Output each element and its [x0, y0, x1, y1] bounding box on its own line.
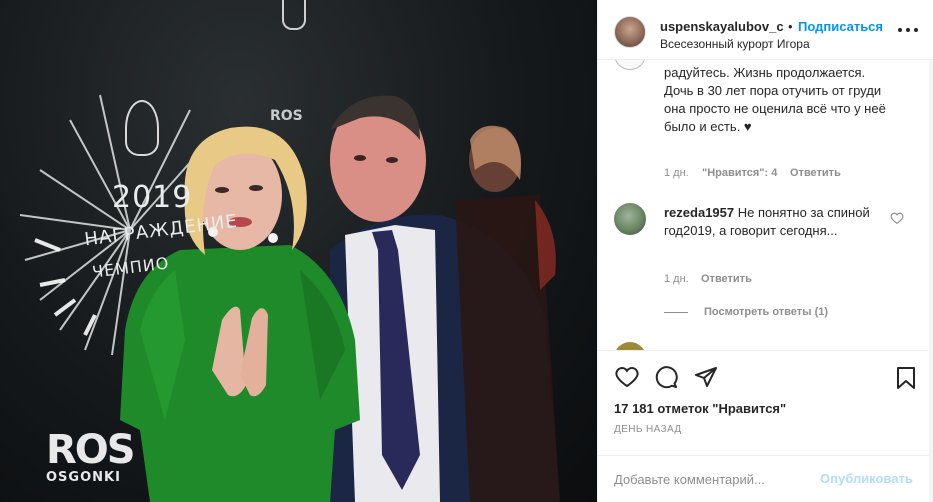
publish-button[interactable]: Опубликовать — [820, 471, 913, 486]
ros-wall-logo: ROS — [270, 108, 303, 124]
page-scrollbar[interactable] — [929, 0, 933, 502]
view-replies-button[interactable]: Посмотреть ответы (1) — [704, 306, 828, 318]
post-photo[interactable]: ROS 2019 НАГРАЖДЕНИЕ ЧЕМПИО ROS OSGONKI — [0, 0, 597, 502]
comment-text-rezeda: rezeda1957 Не понятно за спиной год2019,… — [664, 204, 886, 240]
replies-divider — [664, 312, 688, 313]
comment-input[interactable] — [614, 470, 814, 488]
comment-time-rezeda[interactable]: 1 дн. — [664, 273, 689, 285]
instagram-post: ROS 2019 НАГРАЖДЕНИЕ ЧЕМПИО ROS OSGONKI … — [0, 0, 933, 502]
add-comment-box: Опубликовать — [598, 455, 933, 502]
likes-count[interactable]: 17 181 отметок "Нравится" — [614, 401, 786, 416]
brand-big: ROS — [46, 427, 136, 473]
comment-author-rezeda[interactable]: rezeda1957 — [664, 205, 734, 220]
post-location[interactable]: Всесезонный курорт Игора — [660, 37, 810, 51]
follow-button[interactable]: Подписаться — [798, 19, 883, 34]
like-heart-icon[interactable] — [614, 365, 640, 389]
separator-dot: • — [788, 19, 793, 34]
brand-small: OSGONKI — [46, 470, 121, 485]
comment-like-heart-icon[interactable] — [890, 211, 904, 225]
comment-time-top[interactable]: 1 дн. — [664, 167, 689, 179]
post-actions: 17 181 отметок "Нравится" ДЕНЬ НАЗАД Опу… — [598, 350, 933, 502]
comment-reply-top[interactable]: Ответить — [790, 167, 841, 179]
share-plane-icon[interactable] — [693, 365, 719, 389]
comment-avatar-top[interactable] — [614, 60, 646, 70]
comment-likes-top[interactable]: "Нравится": 4 — [702, 167, 777, 179]
more-options-icon[interactable] — [898, 22, 920, 38]
wall-year: 2019 — [112, 180, 193, 215]
author-avatar[interactable] — [614, 16, 646, 48]
comments-list[interactable]: радуйтесь. Жизнь продолжается. Дочь в 30… — [598, 60, 933, 350]
comment-avatar-rezeda[interactable] — [614, 203, 646, 235]
post-header: uspenskayalubov_c • Подписаться Всесезон… — [598, 0, 933, 60]
post-date[interactable]: ДЕНЬ НАЗАД — [614, 424, 682, 435]
comment-bubble-icon[interactable] — [653, 365, 679, 389]
comment-text-top: радуйтесь. Жизнь продолжается. Дочь в 30… — [664, 65, 886, 134]
comment-reply-rezeda[interactable]: Ответить — [701, 273, 752, 285]
author-username[interactable]: uspenskayalubov_c — [660, 19, 784, 34]
post-side-panel: uspenskayalubov_c • Подписаться Всесезон… — [597, 0, 933, 502]
award-emblem — [125, 100, 159, 156]
rosgonki-logo: ROS OSGONKI — [46, 427, 136, 485]
bookmark-icon[interactable] — [894, 365, 918, 391]
comment-avatar-next[interactable] — [614, 342, 646, 350]
sponsor-logo — [282, 0, 306, 30]
